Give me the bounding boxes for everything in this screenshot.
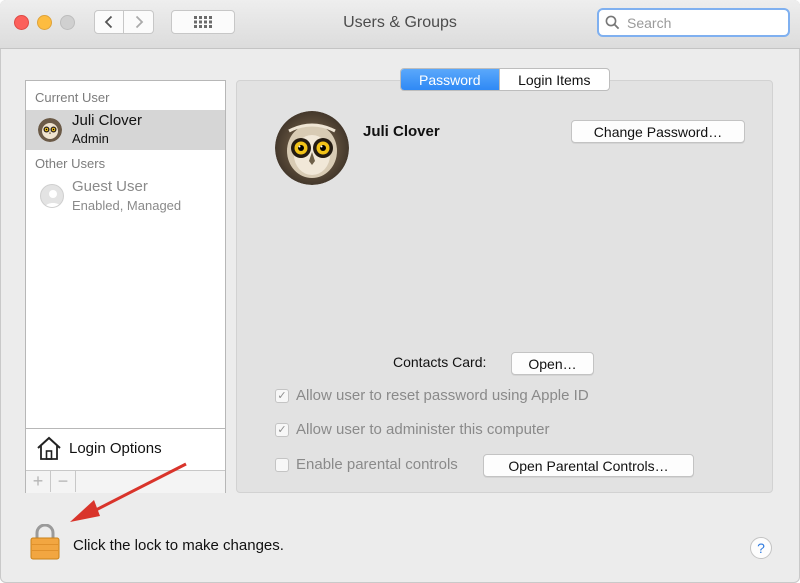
owl-avatar-icon — [38, 118, 62, 142]
close-button[interactable] — [14, 15, 29, 30]
search-input[interactable] — [625, 13, 779, 32]
zoom-button[interactable] — [60, 15, 75, 30]
other-users-header: Other Users — [35, 156, 106, 171]
lock-message: Click the lock to make changes. — [73, 537, 284, 554]
grid-icon — [194, 16, 212, 28]
search-icon — [605, 15, 620, 30]
open-contacts-card-button[interactable]: Open… — [511, 352, 594, 375]
parental-controls-label: Enable parental controls — [296, 456, 458, 473]
users-sidebar: Current User Juli Clover Admin Other Use… — [25, 80, 226, 493]
reset-password-apple-id-row: ✓ Allow user to reset password using App… — [275, 387, 589, 404]
help-button[interactable]: ? — [750, 537, 772, 559]
back-button[interactable] — [94, 10, 124, 34]
window-title: Users & Groups — [343, 14, 457, 31]
system-preferences-window: Users & Groups Current User Juli Clover … — [0, 0, 800, 583]
minimize-button[interactable] — [37, 15, 52, 30]
guest-user-icon — [40, 184, 64, 208]
parental-controls-row: Enable parental controls — [275, 456, 458, 473]
add-user-button[interactable]: + — [26, 471, 51, 492]
titlebar: Users & Groups — [0, 0, 800, 49]
chevron-right-icon — [135, 15, 143, 29]
user-full-name: Juli Clover — [363, 123, 440, 140]
tab-login-items[interactable]: Login Items — [498, 69, 609, 90]
reset-password-apple-id-checkbox[interactable]: ✓ — [275, 388, 289, 403]
lock-icon[interactable] — [30, 524, 60, 560]
contacts-card-label: Contacts Card: — [393, 354, 487, 370]
tab-password[interactable]: Password — [401, 69, 499, 90]
guest-user-name: Guest User — [72, 178, 148, 195]
current-user-header: Current User — [35, 90, 110, 105]
chevron-left-icon — [104, 15, 113, 29]
open-parental-controls-button[interactable]: Open Parental Controls… — [483, 454, 694, 477]
search-field[interactable] — [597, 8, 790, 37]
user-picture-owl-icon[interactable] — [275, 111, 349, 185]
sidebar-item-guest-user[interactable]: Guest User Enabled, Managed — [26, 176, 225, 216]
current-user-name: Juli Clover — [72, 112, 143, 129]
reset-password-apple-id-label: Allow user to reset password using Apple… — [296, 387, 589, 404]
current-user-role: Admin — [72, 131, 109, 146]
administer-computer-checkbox[interactable]: ✓ — [275, 422, 289, 437]
guest-user-status: Enabled, Managed — [72, 198, 182, 213]
change-password-button[interactable]: Change Password… — [571, 120, 745, 143]
house-icon — [37, 436, 61, 460]
tab-bar: Password Login Items — [400, 68, 610, 91]
sidebar-item-current-user[interactable]: Juli Clover Admin — [26, 110, 225, 150]
administer-computer-label: Allow user to administer this computer — [296, 421, 550, 438]
administer-computer-row: ✓ Allow user to administer this computer — [275, 421, 549, 438]
forward-button[interactable] — [124, 10, 154, 34]
show-all-button[interactable] — [171, 10, 235, 34]
login-options-label: Login Options — [69, 440, 162, 457]
parental-controls-checkbox[interactable] — [275, 457, 289, 472]
annotation-arrow-icon — [70, 462, 187, 522]
